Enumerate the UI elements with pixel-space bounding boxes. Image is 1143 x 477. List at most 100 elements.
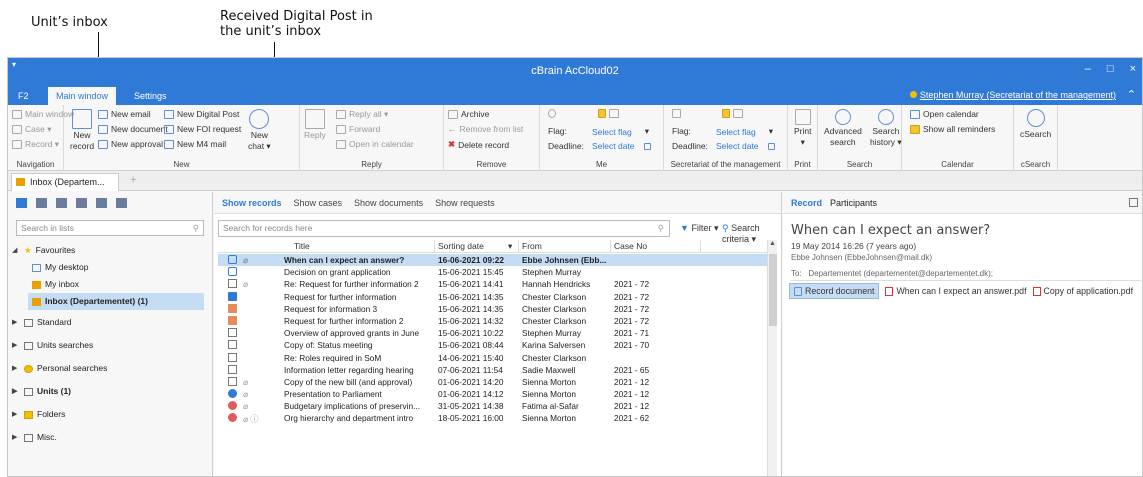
table-row[interactable]: Overview of approved grants in June 15-06…: [218, 327, 776, 339]
cases-icon[interactable]: [36, 198, 47, 208]
secretariat-flag-icons[interactable]: [722, 109, 743, 118]
column-separator[interactable]: [434, 240, 435, 253]
me-flag-icons[interactable]: [598, 109, 619, 118]
me-select-flag[interactable]: Select flag ▾: [592, 126, 649, 137]
record-document-button[interactable]: Record document: [789, 283, 880, 299]
scroll-up-icon[interactable]: ▲: [769, 240, 776, 247]
attachment-pdf-2[interactable]: Copy of application.pdf: [1032, 286, 1133, 296]
current-user-link[interactable]: Stephen Murray (Secretariat of the manag…: [909, 90, 1116, 100]
table-row[interactable]: ⌀ Presentation to Parliament 01-06-2021 14…: [218, 388, 776, 400]
new-foi-request-button[interactable]: New FOI request: [164, 124, 241, 134]
tree-item-units[interactable]: ▶ Units (1): [8, 383, 212, 400]
new-record-button[interactable]: New record: [70, 109, 94, 151]
scrollbar-thumb[interactable]: [769, 254, 777, 326]
table-row[interactable]: ⌀ When can I expect an answer? 16-06-2021 …: [218, 254, 776, 267]
collapsed-icon[interactable]: ▶: [12, 406, 20, 423]
tree-item-personal-searches[interactable]: ▶ Personal searches: [8, 360, 212, 377]
column-header-from[interactable]: From: [522, 241, 542, 251]
records-icon[interactable]: [16, 198, 27, 208]
column-header-case-no[interactable]: Case No: [614, 241, 647, 251]
tab-record[interactable]: Record: [791, 198, 822, 208]
search-lists-input[interactable]: Search in lists ⚲: [16, 220, 204, 236]
popout-icon[interactable]: [1129, 198, 1138, 207]
tab-participants[interactable]: Participants: [830, 198, 877, 208]
archive-button[interactable]: Archive: [448, 109, 489, 119]
print-button[interactable]: Print ▾: [794, 109, 811, 148]
open-in-calendar-button[interactable]: Open in calendar: [336, 139, 414, 149]
collapse-ribbon-icon[interactable]: ⌃: [1127, 88, 1136, 101]
tree-item-inbox-departementet[interactable]: Inbox (Departementet) (1): [28, 293, 204, 310]
attachment-pdf-1[interactable]: When can I expect an answer.pdf: [885, 286, 1027, 296]
table-row[interactable]: Request for further information 15-06-202…: [218, 291, 776, 303]
collapsed-icon[interactable]: ▶: [12, 314, 20, 331]
tab-show-documents[interactable]: Show documents: [354, 198, 423, 208]
column-separator[interactable]: [610, 240, 611, 253]
advanced-search-button[interactable]: Advanced search: [824, 109, 862, 147]
table-row[interactable]: ⌀ ⓘ Org hierarchy and department intro 18-…: [218, 412, 776, 424]
tree-item-my-inbox[interactable]: My inbox: [8, 276, 212, 293]
list-icon[interactable]: [56, 198, 67, 208]
column-separator[interactable]: [518, 240, 519, 253]
close-icon[interactable]: ×: [1130, 63, 1136, 75]
add-tab-icon[interactable]: +: [130, 174, 136, 186]
search-icon[interactable]: ⚲: [658, 223, 664, 234]
tab-inbox-departementet[interactable]: Inbox (Departem...: [11, 173, 119, 191]
column-header-sorting-date[interactable]: Sorting date: [438, 241, 484, 251]
collapsed-icon[interactable]: ▶: [12, 429, 20, 446]
collapsed-icon[interactable]: ▶: [12, 337, 20, 354]
forward-button[interactable]: Forward: [336, 124, 380, 134]
tree-item-units-searches[interactable]: ▶ Units searches: [8, 337, 212, 354]
tree-item-standard[interactable]: ▶ Standard: [8, 314, 212, 331]
case-button[interactable]: Case ▾: [12, 124, 51, 135]
tree-item-favourites[interactable]: ◢ ★ Favourites: [8, 242, 212, 259]
table-row[interactable]: Request for further information 2 15-06-2…: [218, 315, 776, 327]
tree-item-my-desktop[interactable]: My desktop: [8, 259, 212, 276]
show-all-reminders-button[interactable]: Show all reminders: [910, 124, 995, 134]
remove-from-list-button[interactable]: ← Remove from list: [448, 124, 523, 134]
tab-show-requests[interactable]: Show requests: [435, 198, 495, 208]
new-m4-mail-button[interactable]: New M4 mail: [164, 139, 226, 149]
tab-f2[interactable]: F2: [10, 87, 37, 105]
tab-show-records[interactable]: Show records: [222, 198, 282, 208]
tab-settings[interactable]: Settings: [126, 87, 175, 105]
collapsed-icon[interactable]: ▶: [12, 383, 20, 400]
secretariat-select-flag[interactable]: Select flag ▾: [716, 126, 773, 137]
tab-show-cases[interactable]: Show cases: [294, 198, 343, 208]
table-row[interactable]: Re: Roles required in SoM 14-06-2021 15:4…: [218, 352, 776, 364]
csearch-button[interactable]: cSearch: [1020, 109, 1051, 139]
new-chat-button[interactable]: New chat ▾: [248, 109, 271, 152]
me-select-date[interactable]: Select date: [592, 141, 651, 151]
maximize-icon[interactable]: □: [1107, 63, 1114, 75]
collapsed-icon[interactable]: ▶: [12, 360, 20, 377]
forward-list-icon[interactable]: [116, 198, 127, 208]
new-email-button[interactable]: New email: [98, 109, 151, 119]
new-approval-button[interactable]: New approval: [98, 139, 163, 149]
tree-item-folders[interactable]: ▶ Folders: [8, 406, 212, 423]
search-icon[interactable]: ⚲: [193, 223, 199, 234]
table-row[interactable]: Decision on grant application 15-06-2021 …: [218, 266, 776, 278]
record-search-input[interactable]: Search for records here ⚲: [218, 220, 670, 237]
open-calendar-button[interactable]: Open calendar: [910, 109, 979, 119]
table-row[interactable]: ⌀ Re: Request for further information 2 15…: [218, 278, 776, 290]
expanded-icon[interactable]: ◢: [12, 242, 20, 259]
reply-all-button[interactable]: Reply all ▾: [336, 109, 388, 120]
minimize-icon[interactable]: –: [1085, 63, 1091, 75]
new-digital-post-button[interactable]: New Digital Post: [164, 109, 239, 119]
folder-list-icon[interactable]: [76, 198, 87, 208]
filter-button[interactable]: ▼ Filter ▾: [680, 223, 718, 234]
people-icon[interactable]: [96, 198, 107, 208]
tree-item-misc[interactable]: ▶ Misc.: [8, 429, 212, 446]
secretariat-select-date[interactable]: Select date: [716, 141, 775, 151]
delete-record-button[interactable]: ✖ Delete record: [448, 139, 509, 150]
table-row[interactable]: Copy of: Status meeting 15-06-2021 08:44 K…: [218, 339, 776, 351]
record-button[interactable]: Record ▾: [12, 139, 59, 150]
tab-main-window[interactable]: Main window: [48, 87, 117, 105]
record-list-scrollbar[interactable]: ▲: [767, 240, 777, 476]
search-history-button[interactable]: Search history ▾: [870, 109, 902, 148]
table-row[interactable]: ⌀ Budgetary implications of preservin... 3…: [218, 400, 776, 412]
column-separator[interactable]: [700, 240, 701, 253]
table-row[interactable]: ⌀ Copy of the new bill (and approval) 01-0…: [218, 376, 776, 388]
new-document-button[interactable]: New document: [98, 124, 168, 134]
reply-button[interactable]: Reply: [304, 109, 326, 140]
table-row[interactable]: Request for information 3 15-06-2021 14:3…: [218, 303, 776, 315]
